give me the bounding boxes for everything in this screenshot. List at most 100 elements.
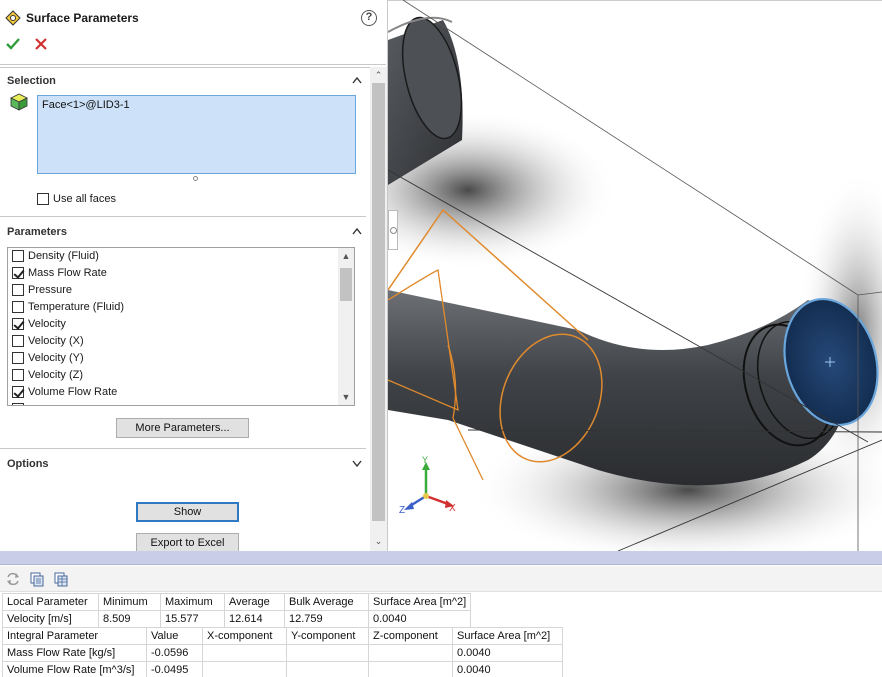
use-all-faces-checkbox[interactable] bbox=[37, 193, 49, 205]
table-cell: -0.0495 bbox=[146, 661, 203, 677]
selection-box-resize-handle[interactable] bbox=[193, 176, 198, 181]
parameter-checkbox[interactable] bbox=[12, 301, 24, 313]
list-item-partial[interactable] bbox=[8, 401, 338, 405]
list-item[interactable]: Velocity (X) bbox=[8, 333, 338, 350]
table-cell bbox=[202, 661, 287, 677]
pipe-model-render[interactable]: Y X Z bbox=[388, 0, 882, 551]
table-row: Velocity [m/s] 8.509 15.577 12.614 12.75… bbox=[2, 610, 472, 628]
table-cell: Velocity [m/s] bbox=[2, 610, 99, 628]
panel-scrollbar[interactable]: ⌃ ⌄ bbox=[370, 67, 387, 551]
surface-parameters-panel: Surface Parameters ? Selection Face<1>@L… bbox=[0, 0, 388, 551]
results-title-bar bbox=[0, 551, 882, 565]
show-button[interactable]: Show bbox=[136, 502, 239, 522]
results-pane: Local Parameter Minimum Maximum Average … bbox=[0, 551, 882, 677]
table-cell: 12.759 bbox=[284, 610, 369, 628]
scrollbar-thumb[interactable] bbox=[372, 83, 385, 521]
parameter-label[interactable]: Velocity (Y) bbox=[28, 352, 84, 364]
table-header-cell: Average bbox=[224, 593, 285, 611]
help-icon[interactable]: ? bbox=[361, 10, 377, 26]
table-cell: Mass Flow Rate [kg/s] bbox=[2, 644, 147, 662]
parameters-list-scrollbar[interactable]: ▲ ▼ bbox=[338, 248, 354, 405]
parameter-label[interactable]: Velocity (Z) bbox=[28, 369, 83, 381]
table-cell: Volume Flow Rate [m^3/s] bbox=[2, 661, 147, 677]
parameter-checkbox[interactable] bbox=[12, 369, 24, 381]
collapse-up-icon[interactable] bbox=[351, 226, 363, 236]
table-cell bbox=[368, 644, 453, 662]
more-parameters-button[interactable]: More Parameters... bbox=[116, 418, 249, 438]
use-all-faces-label[interactable]: Use all faces bbox=[53, 193, 116, 205]
scrollbar-thumb[interactable] bbox=[340, 268, 352, 301]
expand-down-icon[interactable] bbox=[351, 458, 363, 468]
list-item[interactable]: Volume Flow Rate bbox=[8, 384, 338, 401]
table-header-cell: Local Parameter bbox=[2, 593, 99, 611]
copy-icon[interactable] bbox=[29, 571, 45, 587]
table-cell: 0.0040 bbox=[452, 661, 563, 677]
scroll-down-arrow-icon[interactable]: ⌄ bbox=[370, 535, 387, 547]
parameter-label[interactable]: Temperature (Fluid) bbox=[28, 301, 124, 313]
parameter-checkbox[interactable] bbox=[12, 284, 24, 296]
copy-table-icon[interactable] bbox=[53, 571, 69, 587]
panel-header: Surface Parameters ? bbox=[0, 6, 387, 30]
list-item[interactable]: Density (Fluid) bbox=[8, 248, 338, 265]
selection-section-title: Selection bbox=[7, 75, 56, 87]
table-cell bbox=[286, 661, 369, 677]
parameter-checkbox[interactable] bbox=[12, 250, 24, 262]
parameter-checkbox[interactable] bbox=[12, 352, 24, 364]
parameter-checkbox[interactable] bbox=[12, 403, 24, 405]
scroll-down-arrow-icon[interactable]: ▼ bbox=[338, 391, 354, 403]
parameters-section-title: Parameters bbox=[7, 226, 67, 238]
parameter-checkbox[interactable] bbox=[12, 386, 24, 398]
table-header-cell: Maximum bbox=[160, 593, 225, 611]
parameter-label[interactable]: Pressure bbox=[28, 284, 72, 296]
scroll-up-arrow-icon[interactable]: ⌃ bbox=[370, 69, 387, 81]
table-cell: 8.509 bbox=[98, 610, 161, 628]
table-header-cell: Y-component bbox=[286, 627, 369, 645]
parameter-label[interactable]: Density (Fluid) bbox=[28, 250, 99, 262]
list-item[interactable]: Velocity (Y) bbox=[8, 350, 338, 367]
table-header-cell: X-component bbox=[202, 627, 287, 645]
parameter-label[interactable]: Volume Flow Rate bbox=[28, 386, 117, 398]
parameter-label[interactable]: Velocity (X) bbox=[28, 335, 84, 347]
triad-z-label: Z bbox=[399, 505, 405, 516]
panel-title: Surface Parameters bbox=[26, 11, 139, 25]
face-selection-icon bbox=[10, 93, 28, 111]
parameter-label[interactable]: Velocity bbox=[28, 318, 66, 330]
graphics-viewport[interactable]: Y X Z bbox=[388, 0, 882, 551]
export-to-excel-button[interactable]: Export to Excel bbox=[136, 533, 239, 551]
close-icon[interactable] bbox=[34, 37, 48, 51]
parameter-checkbox[interactable] bbox=[12, 335, 24, 347]
list-item[interactable]: Mass Flow Rate bbox=[8, 265, 338, 282]
list-item[interactable]: Pressure bbox=[8, 282, 338, 299]
list-item[interactable]: Velocity bbox=[8, 316, 338, 333]
table-cell bbox=[286, 644, 369, 662]
table-header-cell: Minimum bbox=[98, 593, 161, 611]
results-toolbar bbox=[0, 566, 882, 592]
header-divider-2 bbox=[0, 67, 386, 68]
table-header-cell: Bulk Average bbox=[284, 593, 369, 611]
list-item[interactable]: Velocity (Z) bbox=[8, 367, 338, 384]
selected-face-label[interactable]: Face<1>@LID3-1 bbox=[42, 99, 130, 111]
table-header-cell: Z-component bbox=[368, 627, 453, 645]
coordinate-triad bbox=[404, 462, 454, 510]
collapse-up-icon[interactable] bbox=[351, 75, 363, 85]
scroll-up-arrow-icon[interactable]: ▲ bbox=[338, 250, 354, 262]
panel-splitter-handle[interactable] bbox=[388, 210, 398, 250]
parameters-divider bbox=[0, 448, 366, 449]
integral-parameters-table: Integral Parameter Value X-component Y-c… bbox=[2, 627, 563, 677]
table-cell: 0.0040 bbox=[452, 644, 563, 662]
table-cell: 12.614 bbox=[224, 610, 285, 628]
header-divider bbox=[0, 64, 386, 65]
selection-divider bbox=[0, 216, 366, 217]
parameter-checkbox[interactable] bbox=[12, 267, 24, 279]
refresh-icon[interactable] bbox=[5, 571, 21, 587]
table-header-cell: Integral Parameter bbox=[2, 627, 147, 645]
triad-x-label: X bbox=[449, 503, 456, 514]
table-cell: -0.0596 bbox=[146, 644, 203, 662]
parameter-checkbox[interactable] bbox=[12, 318, 24, 330]
local-parameters-table: Local Parameter Minimum Maximum Average … bbox=[2, 593, 472, 628]
parameters-list[interactable]: Density (Fluid) Mass Flow Rate Pressure … bbox=[7, 247, 355, 406]
face-selection-box[interactable]: Face<1>@LID3-1 bbox=[37, 95, 356, 174]
list-item[interactable]: Temperature (Fluid) bbox=[8, 299, 338, 316]
parameter-label[interactable]: Mass Flow Rate bbox=[28, 267, 107, 279]
checkmark-icon[interactable] bbox=[6, 37, 20, 51]
